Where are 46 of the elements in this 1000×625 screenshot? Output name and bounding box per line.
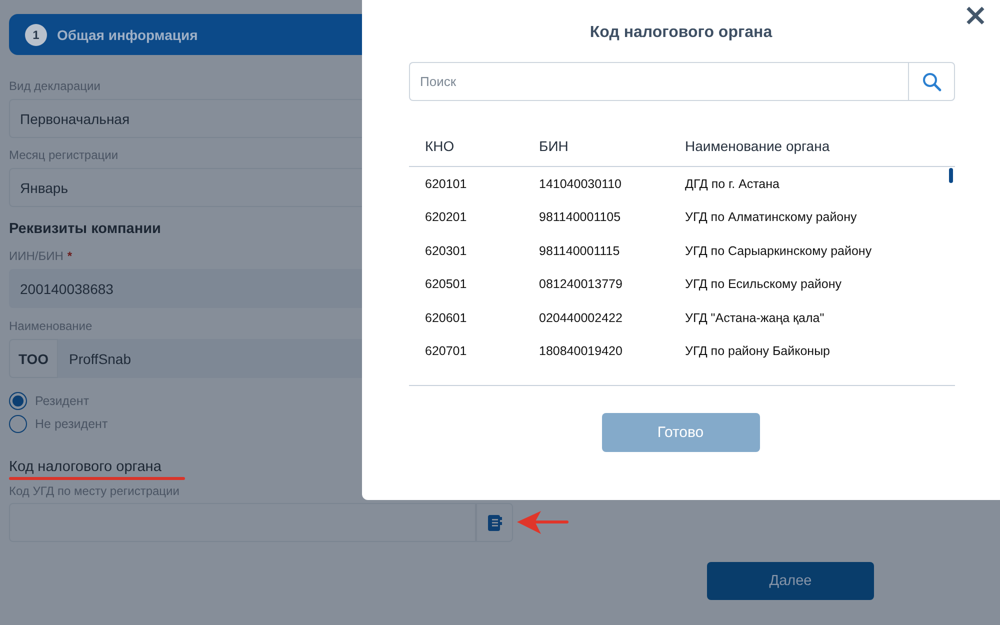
search-field[interactable]: Поиск bbox=[409, 62, 908, 101]
column-header: КНО bbox=[424, 138, 456, 156]
directory-button[interactable] bbox=[476, 503, 513, 542]
table-cell-text: 180840019420 bbox=[539, 344, 624, 358]
close-button[interactable]: × bbox=[962, 1, 988, 31]
table-cell-text: 620201 bbox=[424, 210, 468, 224]
table-cell-text: 620701 bbox=[424, 344, 468, 358]
field-label: Месяц регистрации bbox=[9, 148, 118, 163]
search-icon bbox=[922, 72, 942, 92]
radio-button[interactable] bbox=[9, 392, 27, 410]
table-cell-text: УГД по Сарыаркинскому району bbox=[685, 244, 873, 258]
radio-label: Не резидент bbox=[35, 417, 108, 431]
column-header: БИН bbox=[539, 138, 570, 156]
table-cell-text: 020440002422 bbox=[539, 310, 624, 325]
table-cell-text: 081240013779 bbox=[539, 277, 624, 292]
done-button[interactable]: Готово bbox=[602, 413, 760, 452]
field-label: Код УГД по месту регистрации bbox=[9, 484, 180, 499]
step-title: Общая информация bbox=[57, 26, 198, 42]
column-header: Наименование органа bbox=[685, 138, 831, 156]
table-cell-text: ДГД по г. Астана bbox=[685, 176, 780, 191]
table-cell-text: 141040030110 bbox=[539, 176, 622, 191]
table-cell-text: 620101 bbox=[424, 176, 468, 191]
radio-button[interactable] bbox=[9, 415, 27, 433]
table-cell-text: 981140001105 bbox=[539, 210, 622, 224]
next-button[interactable]: Далее bbox=[707, 562, 874, 600]
table-cell-text: УГД по Алматинскому району bbox=[685, 210, 858, 224]
section-title: Реквизиты компании bbox=[9, 221, 161, 237]
field-label: Наименование bbox=[9, 319, 92, 334]
section-heading: Код налогового органа bbox=[9, 459, 162, 475]
notebook-icon bbox=[486, 514, 502, 532]
modal-title: Код налогового органа bbox=[588, 24, 774, 42]
company-type-prefix: ТОО bbox=[9, 339, 58, 378]
field-label: Вид декларации bbox=[9, 79, 100, 94]
table-cell-text: УГД "Астана-жаңа қала" bbox=[685, 310, 826, 325]
table-cell-text: УГД по Есильскому району bbox=[685, 277, 843, 292]
table-cell-text: 981140001115 bbox=[539, 244, 621, 258]
step-number: 1 bbox=[25, 24, 47, 46]
scrollbar-thumb[interactable] bbox=[949, 168, 953, 183]
table-cell-text: УГД по району Байконыр bbox=[685, 344, 832, 358]
search-button[interactable] bbox=[908, 62, 955, 101]
field-label: ИИН/БИН bbox=[9, 249, 64, 263]
radio-label: Резидент bbox=[35, 394, 90, 408]
table-cell-text: 620601 bbox=[424, 310, 468, 325]
table-cell-text: 620301 bbox=[424, 244, 468, 258]
table-cell-text: 620501 bbox=[424, 277, 468, 292]
required-mark: * bbox=[67, 249, 72, 263]
